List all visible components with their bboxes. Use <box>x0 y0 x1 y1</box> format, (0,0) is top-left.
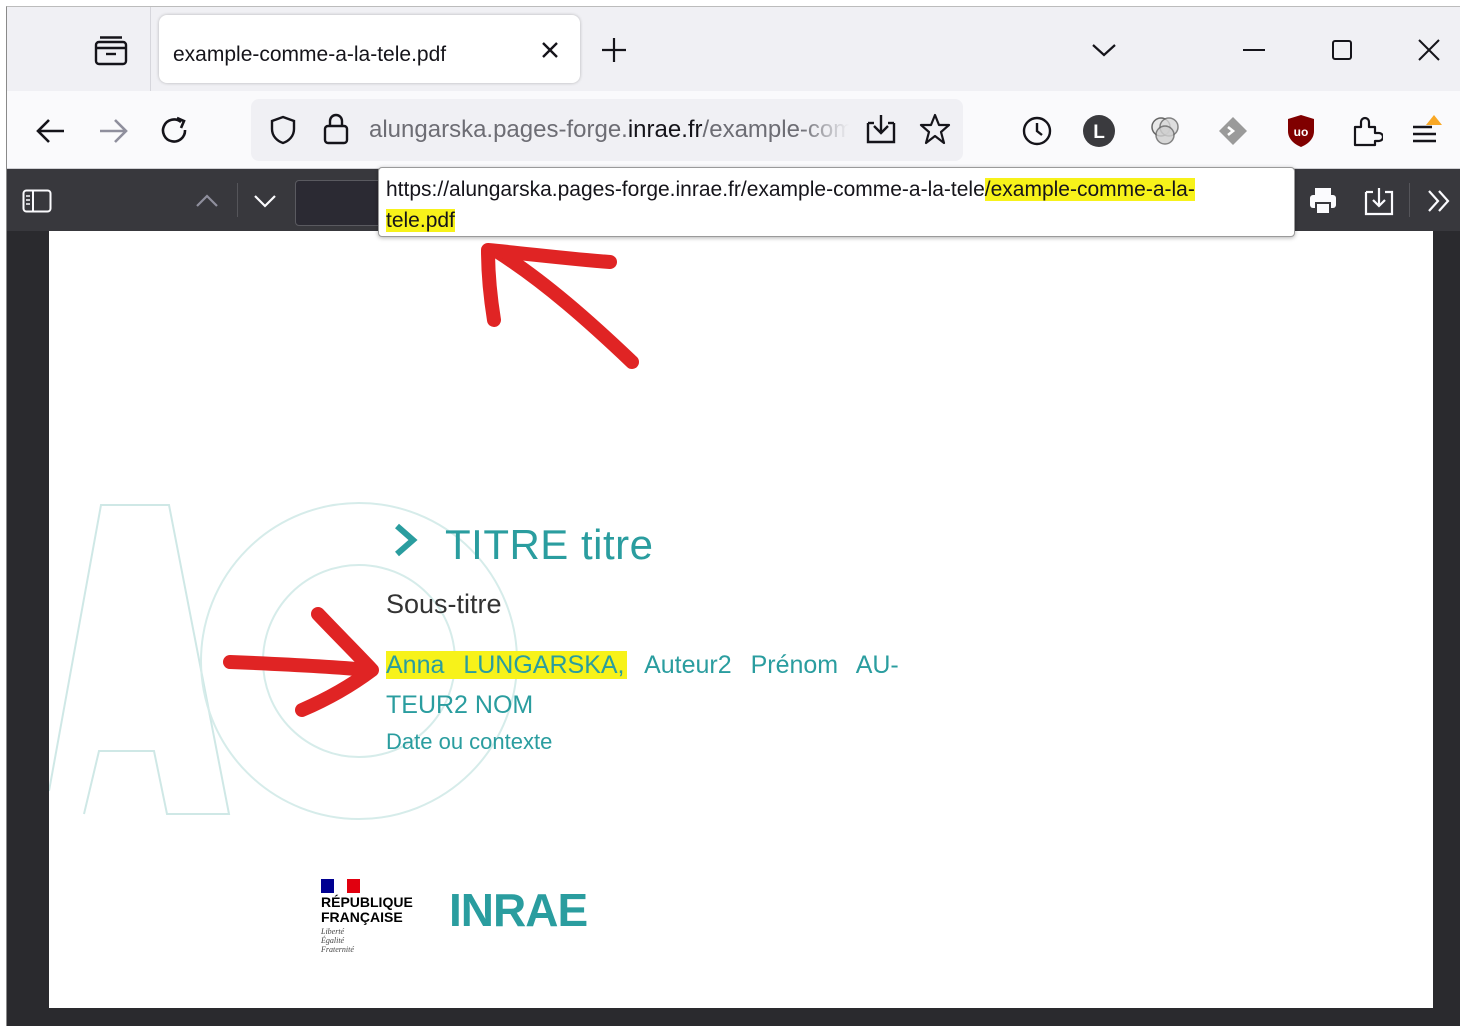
document-date: Date ou contexte <box>386 729 553 754</box>
svg-text:L: L <box>1093 122 1105 143</box>
url-prefix: alungarska.pages-forge. <box>369 116 628 143</box>
republique-text: RÉPUBLIQUE FRANÇAISE <box>321 894 413 925</box>
background-watermark <box>49 502 518 820</box>
inrae-logo: INRAE <box>449 884 588 936</box>
extension-circles-icon <box>1151 117 1179 145</box>
list-all-tabs-button[interactable] <box>1079 25 1129 75</box>
tab-bar: example-comme-a-la-tele.pdf <box>7 7 1460 91</box>
title-chevron-icon <box>395 523 418 557</box>
forward-icon <box>100 119 128 143</box>
republique-motto: Liberté Égalité Fraternité <box>321 927 354 954</box>
reload-button[interactable] <box>153 109 197 153</box>
more-tools-icon <box>1428 190 1450 212</box>
forward-button[interactable] <box>91 109 135 153</box>
marianne-flag-icon <box>321 879 360 893</box>
history-button[interactable] <box>1015 109 1059 153</box>
sidebar-toggle-button[interactable] <box>17 183 57 219</box>
app-menu-button[interactable] <box>1405 109 1449 153</box>
window-close-button[interactable] <box>1404 25 1454 75</box>
document-authors-continued: TEUR2 NOM <box>386 691 534 719</box>
print-button[interactable] <box>1303 181 1343 221</box>
maximize-button[interactable] <box>1317 25 1367 75</box>
tooltip-url-highlight: /example-comme-a-la- <box>984 178 1195 201</box>
ublock-icon: uo <box>1288 115 1314 147</box>
save-button[interactable] <box>1359 181 1399 221</box>
plus-icon <box>602 38 626 62</box>
next-page-button[interactable] <box>245 183 285 219</box>
extension-circles-button[interactable] <box>1143 109 1187 153</box>
extension-diamond-icon <box>1219 117 1247 145</box>
close-icon <box>1418 39 1440 61</box>
extension-diamond-button[interactable] <box>1211 109 1255 153</box>
save-icon <box>1364 188 1394 216</box>
sidebar-toggle-icon <box>22 189 52 213</box>
previous-page-button[interactable] <box>187 183 227 219</box>
reload-icon <box>161 116 187 143</box>
extensions-icon <box>1353 116 1383 147</box>
tooltip-url-highlight-continued: tele.pdf <box>386 209 455 232</box>
document-subtitle: Sous-titre <box>386 589 502 619</box>
address-bar[interactable]: alungarska.pages-forge.inrae.fr/example-… <box>251 99 963 161</box>
tab-list-icon <box>94 36 128 66</box>
tab-divider <box>150 7 151 91</box>
extension-l-button[interactable]: L <box>1077 109 1121 153</box>
tab-list-button[interactable] <box>87 29 135 73</box>
pdf-viewer[interactable]: TITRE titre Sous-titre Anna LUNGARSKA, A… <box>7 231 1460 1026</box>
document-title: TITRE titre <box>445 521 654 568</box>
svg-text:uo: uo <box>1294 125 1309 139</box>
toolbar-separator <box>237 183 238 217</box>
page-up-icon <box>196 194 218 207</box>
page-number-input[interactable] <box>295 180 385 226</box>
tab-title: example-comme-a-la-tele.pdf <box>173 43 447 66</box>
tab-active[interactable]: example-comme-a-la-tele.pdf <box>159 15 580 83</box>
navigation-bar: alungarska.pages-forge.inrae.fr/example-… <box>7 91 1460 169</box>
minimize-icon <box>1243 49 1265 51</box>
shield-icon[interactable] <box>269 115 297 145</box>
menu-icon <box>1413 115 1442 143</box>
back-icon <box>36 119 64 143</box>
close-icon <box>542 42 558 58</box>
toolbar-separator <box>1409 183 1410 217</box>
republique-francaise-logo: RÉPUBLIQUE FRANÇAISE Liberté Égalité Fra… <box>321 879 421 969</box>
extensions-button[interactable] <box>1345 109 1389 153</box>
lock-icon[interactable] <box>323 113 349 145</box>
url-text[interactable]: alungarska.pages-forge.inrae.fr/example-… <box>369 116 849 144</box>
url-path: /example-comme-a-la-tele/example-comme-a… <box>702 116 849 143</box>
minimize-button[interactable] <box>1229 25 1279 75</box>
download-icon[interactable] <box>865 113 897 145</box>
pdf-page: TITRE titre Sous-titre Anna LUNGARSKA, A… <box>49 231 1433 1008</box>
tab-close-button[interactable] <box>531 31 569 69</box>
star-icon[interactable] <box>919 113 951 145</box>
page-down-icon <box>254 195 276 208</box>
url-host: inrae.fr <box>627 116 703 143</box>
new-tab-button[interactable] <box>595 31 633 69</box>
tools-menu-button[interactable] <box>1419 181 1459 221</box>
history-icon <box>1022 116 1052 146</box>
url-tooltip: https://alungarska.pages-forge.inrae.fr/… <box>378 167 1295 237</box>
highlighted-author: Anna LUNGARSKA, <box>386 651 627 679</box>
browser-window: example-comme-a-la-tele.pdf alungarska.p… <box>6 6 1460 1026</box>
extension-l-icon: L <box>1083 115 1115 147</box>
ublock-button[interactable]: uo <box>1279 109 1323 153</box>
document-authors: Anna LUNGARSKA, Auteur2 Prénom AU- <box>386 651 899 680</box>
tooltip-url-text: https://alungarska.pages-forge.inrae.fr/… <box>386 178 985 201</box>
print-icon <box>1310 188 1336 215</box>
other-authors: Auteur2 Prénom AU- <box>644 651 899 679</box>
maximize-icon <box>1332 40 1352 60</box>
chevron-down-icon <box>1092 44 1116 57</box>
back-button[interactable] <box>29 109 73 153</box>
